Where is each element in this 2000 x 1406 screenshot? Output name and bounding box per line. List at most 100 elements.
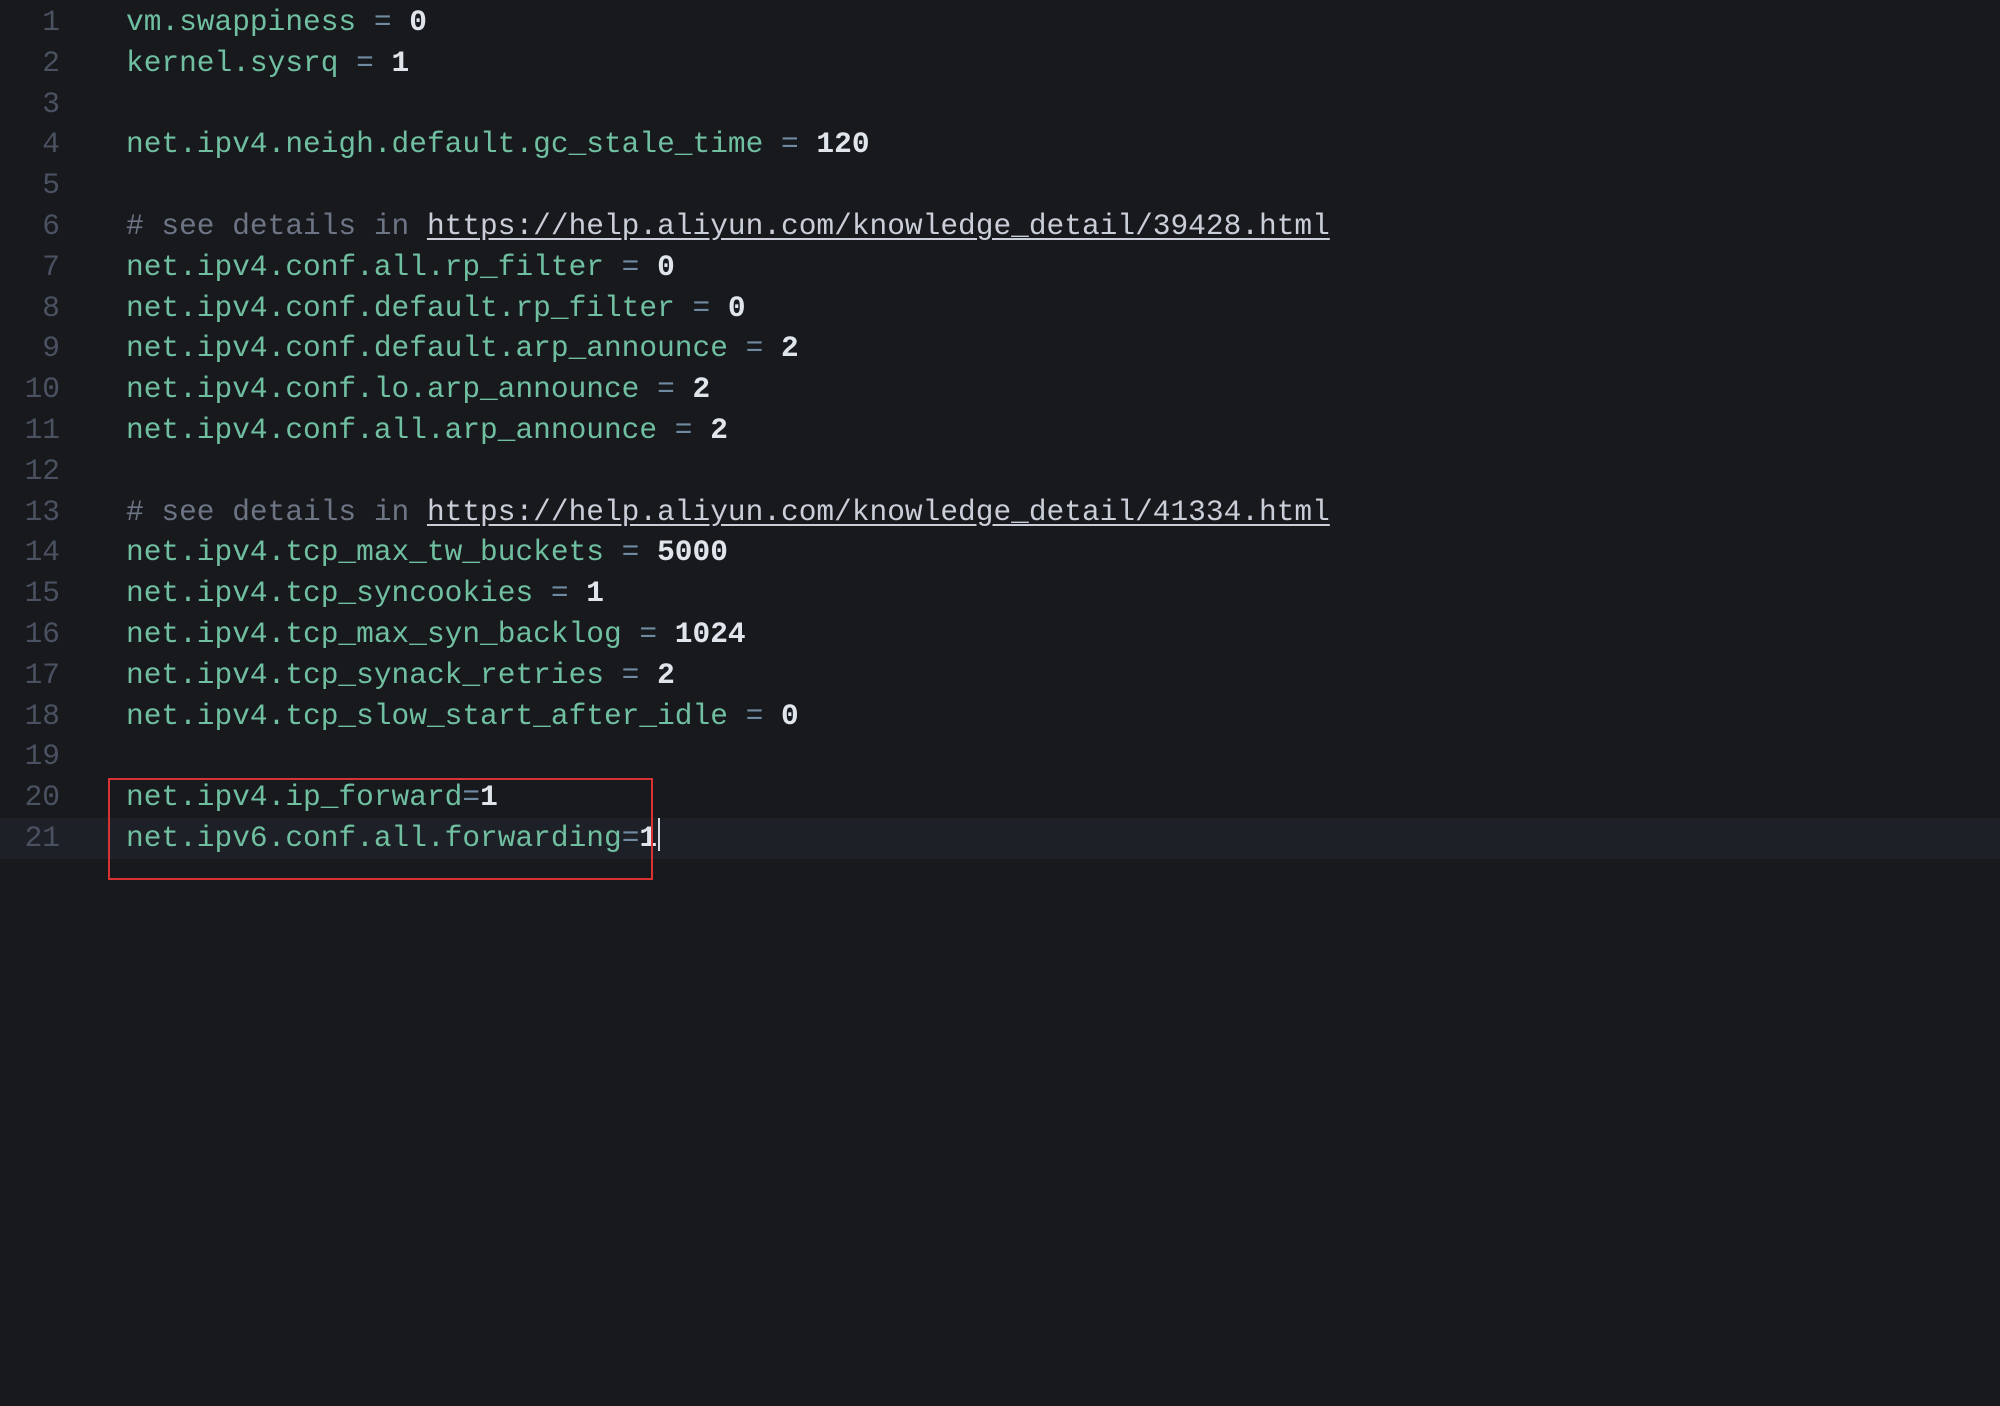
operator: =: [763, 127, 816, 161]
sysctl-key: net.ipv4.conf.default.arp_announce: [126, 331, 728, 365]
sysctl-key: net.ipv4.neigh.default.gc_stale_time: [126, 127, 763, 161]
sysctl-value: 1024: [675, 617, 746, 651]
code-content[interactable]: net.ipv4.conf.lo.arp_announce = 2: [70, 369, 2000, 410]
line-number: 13: [0, 492, 70, 533]
line-number: 15: [0, 573, 70, 614]
sysctl-value: 5000: [657, 535, 728, 569]
code-content[interactable]: net.ipv4.ip_forward=1: [70, 777, 2000, 818]
operator: =: [728, 331, 781, 365]
sysctl-key: net.ipv4.tcp_syncookies: [126, 576, 533, 610]
code-line[interactable]: 17 net.ipv4.tcp_synack_retries = 2: [0, 655, 2000, 696]
code-content[interactable]: net.ipv4.tcp_max_syn_backlog = 1024: [70, 614, 2000, 655]
code-content[interactable]: net.ipv4.conf.default.rp_filter = 0: [70, 288, 2000, 329]
code-content[interactable]: net.ipv4.tcp_synack_retries = 2: [70, 655, 2000, 696]
operator: =: [639, 372, 692, 406]
comment-text: # see details in: [126, 495, 427, 529]
code-line[interactable]: 3: [0, 84, 2000, 125]
comment-text: # see details in: [126, 209, 427, 243]
code-line[interactable]: 13 # see details in https://help.aliyun.…: [0, 492, 2000, 533]
line-number: 19: [0, 736, 70, 777]
code-line[interactable]: 20 net.ipv4.ip_forward=1: [0, 777, 2000, 818]
code-content[interactable]: kernel.sysrq = 1: [70, 43, 2000, 84]
line-number: 4: [0, 124, 70, 165]
line-number: 21: [0, 818, 70, 859]
code-content[interactable]: net.ipv4.conf.all.arp_announce = 2: [70, 410, 2000, 451]
sysctl-value: 2: [693, 372, 711, 406]
line-number: 9: [0, 328, 70, 369]
code-line[interactable]: 18 net.ipv4.tcp_slow_start_after_idle = …: [0, 696, 2000, 737]
comment-link[interactable]: https://help.aliyun.com/knowledge_detail…: [427, 209, 1330, 243]
sysctl-key: net.ipv4.conf.all.arp_announce: [126, 413, 657, 447]
line-number: 8: [0, 288, 70, 329]
sysctl-value: 0: [409, 5, 427, 39]
line-number: 16: [0, 614, 70, 655]
sysctl-key: net.ipv6.conf.all.forwarding: [126, 821, 622, 855]
line-number: 20: [0, 777, 70, 818]
sysctl-value: 1: [639, 821, 657, 855]
line-number: 5: [0, 165, 70, 206]
code-line[interactable]: 15 net.ipv4.tcp_syncookies = 1: [0, 573, 2000, 614]
code-content[interactable]: [70, 451, 2000, 492]
operator: =: [657, 413, 710, 447]
sysctl-value: 2: [657, 658, 675, 692]
operator: =: [604, 658, 657, 692]
line-number: 1: [0, 2, 70, 43]
code-editor[interactable]: 1 vm.swappiness = 0 2 kernel.sysrq = 1 3…: [0, 0, 2000, 1406]
code-line[interactable]: 11 net.ipv4.conf.all.arp_announce = 2: [0, 410, 2000, 451]
code-content[interactable]: # see details in https://help.aliyun.com…: [70, 492, 2000, 533]
line-number: 2: [0, 43, 70, 84]
line-number: 11: [0, 410, 70, 451]
sysctl-value: 1: [480, 780, 498, 814]
code-content[interactable]: net.ipv4.tcp_max_tw_buckets = 5000: [70, 532, 2000, 573]
code-line[interactable]: 9 net.ipv4.conf.default.arp_announce = 2: [0, 328, 2000, 369]
code-line[interactable]: 7 net.ipv4.conf.all.rp_filter = 0: [0, 247, 2000, 288]
code-content[interactable]: net.ipv4.conf.default.arp_announce = 2: [70, 328, 2000, 369]
code-content[interactable]: [70, 165, 2000, 206]
line-number: 18: [0, 696, 70, 737]
line-number: 7: [0, 247, 70, 288]
sysctl-key: net.ipv4.tcp_max_tw_buckets: [126, 535, 604, 569]
code-line[interactable]: 1 vm.swappiness = 0: [0, 2, 2000, 43]
code-line[interactable]: 8 net.ipv4.conf.default.rp_filter = 0: [0, 288, 2000, 329]
code-content[interactable]: # see details in https://help.aliyun.com…: [70, 206, 2000, 247]
code-line[interactable]: 10 net.ipv4.conf.lo.arp_announce = 2: [0, 369, 2000, 410]
code-line[interactable]: 4 net.ipv4.neigh.default.gc_stale_time =…: [0, 124, 2000, 165]
operator: =: [622, 821, 640, 855]
code-line[interactable]: 6 # see details in https://help.aliyun.c…: [0, 206, 2000, 247]
code-content[interactable]: vm.swappiness = 0: [70, 2, 2000, 43]
code-content[interactable]: [70, 84, 2000, 125]
code-line[interactable]: 2 kernel.sysrq = 1: [0, 43, 2000, 84]
line-number: 17: [0, 655, 70, 696]
code-content[interactable]: [70, 736, 2000, 777]
sysctl-key: kernel.sysrq: [126, 46, 338, 80]
code-line-current[interactable]: 21 net.ipv6.conf.all.forwarding=1: [0, 818, 2000, 859]
code-line[interactable]: 5: [0, 165, 2000, 206]
sysctl-value: 1: [586, 576, 604, 610]
sysctl-key: vm.swappiness: [126, 5, 356, 39]
operator: =: [604, 250, 657, 284]
code-content[interactable]: net.ipv6.conf.all.forwarding=1: [70, 818, 2000, 859]
code-line[interactable]: 12: [0, 451, 2000, 492]
code-line[interactable]: 19: [0, 736, 2000, 777]
code-content[interactable]: net.ipv4.conf.all.rp_filter = 0: [70, 247, 2000, 288]
operator: =: [462, 780, 480, 814]
code-line[interactable]: 16 net.ipv4.tcp_max_syn_backlog = 1024: [0, 614, 2000, 655]
sysctl-key: net.ipv4.tcp_synack_retries: [126, 658, 604, 692]
operator: =: [675, 291, 728, 325]
operator: =: [622, 617, 675, 651]
operator: =: [604, 535, 657, 569]
code-content[interactable]: net.ipv4.tcp_syncookies = 1: [70, 573, 2000, 614]
line-number: 12: [0, 451, 70, 492]
operator: =: [338, 46, 391, 80]
operator: =: [356, 5, 409, 39]
sysctl-key: net.ipv4.ip_forward: [126, 780, 462, 814]
sysctl-value: 120: [816, 127, 869, 161]
line-number: 10: [0, 369, 70, 410]
comment-link[interactable]: https://help.aliyun.com/knowledge_detail…: [427, 495, 1330, 529]
code-content[interactable]: net.ipv4.neigh.default.gc_stale_time = 1…: [70, 124, 2000, 165]
sysctl-key: net.ipv4.tcp_max_syn_backlog: [126, 617, 622, 651]
code-line[interactable]: 14 net.ipv4.tcp_max_tw_buckets = 5000: [0, 532, 2000, 573]
sysctl-value: 0: [728, 291, 746, 325]
text-cursor: [658, 818, 660, 851]
code-content[interactable]: net.ipv4.tcp_slow_start_after_idle = 0: [70, 696, 2000, 737]
